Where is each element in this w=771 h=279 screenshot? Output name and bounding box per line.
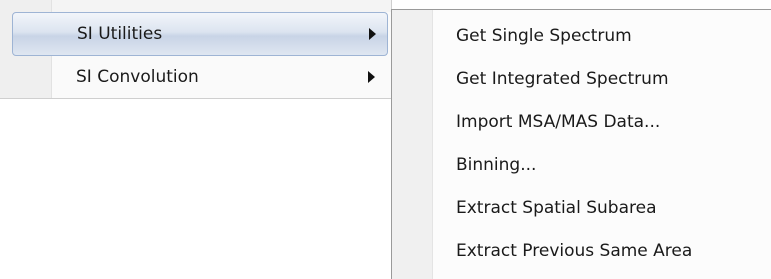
menu-item-get-integrated-spectrum[interactable]: Get Integrated Spectrum <box>392 58 771 100</box>
menu-item-label: SI Utilities <box>77 24 163 44</box>
menu-item-label: Get Single Spectrum <box>456 26 632 46</box>
parent-menu: SI Utilities SI Convolution <box>0 0 392 99</box>
menu-item-si-utilities[interactable]: SI Utilities <box>12 12 388 56</box>
menu-item-label: Extract Spatial Subarea <box>456 198 657 218</box>
menu-item-si-convolution[interactable]: SI Convolution <box>12 55 388 99</box>
chevron-right-icon <box>369 28 376 40</box>
menu-item-label: Extract Previous Same Area <box>456 241 693 261</box>
chevron-right-icon <box>368 71 375 83</box>
menu-item-binning[interactable]: Binning... <box>392 144 771 186</box>
menu-item-extract-spatial-subarea[interactable]: Extract Spatial Subarea <box>392 187 771 229</box>
menu-item-label: Get Integrated Spectrum <box>456 69 669 89</box>
menu-item-get-single-spectrum[interactable]: Get Single Spectrum <box>392 15 771 57</box>
menu-item-label: Import MSA/MAS Data... <box>456 112 661 132</box>
menu-item-extract-previous-same-area[interactable]: Extract Previous Same Area <box>392 230 771 272</box>
si-utilities-submenu: Get Single Spectrum Get Integrated Spect… <box>391 9 771 279</box>
screen: SI Utilities SI Convolution Get Single S… <box>0 0 771 279</box>
menu-top-strip <box>0 0 391 12</box>
menu-item-label: SI Convolution <box>76 67 199 87</box>
menu-item-import-msa-mas-data[interactable]: Import MSA/MAS Data... <box>392 101 771 143</box>
menu-item-label: Binning... <box>456 155 537 175</box>
